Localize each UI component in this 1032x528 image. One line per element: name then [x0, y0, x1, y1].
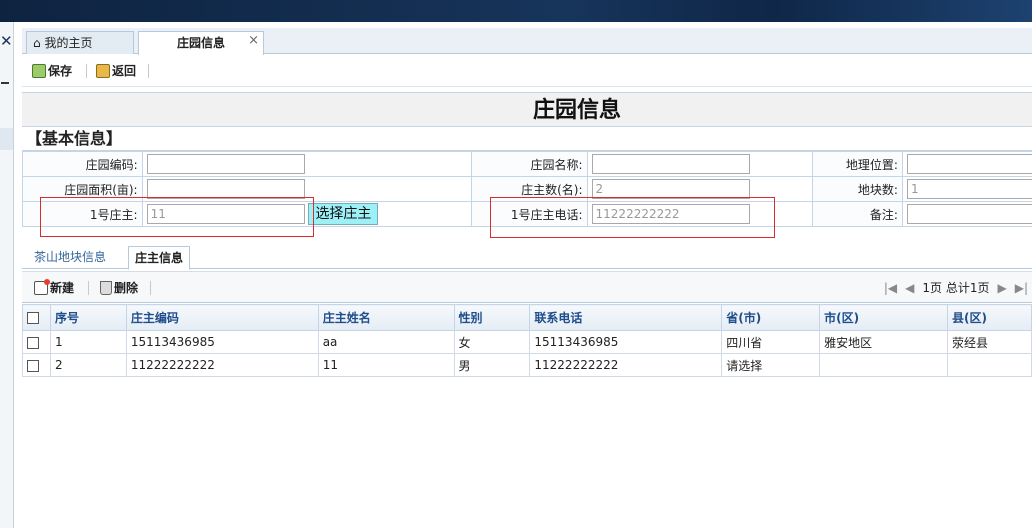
toolbar-separator	[86, 64, 87, 78]
back-icon	[96, 64, 110, 78]
name-label: 庄园名称:	[470, 151, 588, 177]
highlight-box-phone	[490, 197, 775, 238]
code-cell	[141, 151, 472, 177]
tab-owner-info[interactable]: 庄主信息	[128, 246, 191, 270]
table-cell: 1	[49, 330, 127, 354]
grid-toolbar: 新建 删除 |◀ ◀ 1页 总计1页 ▶ ▶|	[22, 271, 1032, 303]
select-all-checkbox[interactable]	[27, 312, 39, 324]
section-title: 【基本信息】	[22, 127, 1032, 151]
table-header-row: 序号 庄主编码 庄主姓名 性别 联系电话 省(市) 市(区) 县(区)	[22, 304, 1032, 331]
delete-button[interactable]: 删除	[100, 279, 138, 297]
table-cell: 男	[453, 353, 531, 377]
prev-page-icon[interactable]: ◀	[905, 281, 914, 295]
tab-tea-plots[interactable]: 茶山地块信息	[28, 246, 112, 269]
location-cell	[901, 151, 1032, 177]
new-button-label: 新建	[50, 281, 75, 295]
top-banner	[0, 0, 1032, 22]
table-cell: 11222222222	[125, 353, 319, 377]
column-header[interactable]: 联系电话	[529, 304, 723, 331]
plot-count-cell: 1	[901, 176, 1032, 202]
back-button-label: 返回	[112, 64, 137, 78]
remark-input[interactable]	[906, 204, 1032, 224]
row-select-cell	[22, 353, 51, 377]
table-cell	[819, 353, 948, 377]
owner-table: 序号 庄主编码 庄主姓名 性别 联系电话 省(市) 市(区) 县(区) 1 15…	[22, 304, 1032, 377]
close-icon[interactable]: ✕	[0, 32, 13, 50]
row-select-cell	[22, 330, 51, 354]
divider	[14, 22, 22, 528]
row-checkbox[interactable]	[27, 359, 39, 372]
back-button[interactable]: 返回	[96, 62, 136, 80]
save-button[interactable]: 保存	[32, 62, 72, 80]
sidebar-selected-item[interactable]	[0, 128, 13, 150]
estate-code-input[interactable]	[146, 154, 305, 174]
toolbar: 保存 返回	[22, 55, 1032, 87]
remark-label: 备注:	[812, 201, 903, 227]
select-owner-button[interactable]: 选择庄主	[308, 203, 379, 225]
tab-close-icon[interactable]: ×	[248, 30, 259, 52]
table-cell: 四川省	[721, 330, 821, 354]
table-row[interactable]: 1 15113436985 aa 女 15113436985 四川省 雅安地区 …	[22, 330, 1032, 354]
column-header[interactable]: 性别	[453, 304, 531, 331]
page-info: 1页 总计1页	[922, 281, 990, 295]
last-page-icon[interactable]: ▶|	[1015, 281, 1028, 295]
page-title: 庄园信息	[22, 93, 1032, 127]
tab-home[interactable]: ⌂ 我的主页	[26, 31, 134, 54]
table-row[interactable]: 2 11222222222 11 男 11222222222 请选择	[22, 353, 1032, 377]
location-input[interactable]	[906, 154, 1032, 174]
toolbar-separator	[148, 64, 149, 78]
home-icon: ⌂	[33, 36, 41, 50]
table-cell: 15113436985	[125, 330, 319, 354]
delete-button-label: 删除	[114, 281, 139, 295]
column-header[interactable]: 序号	[49, 304, 127, 331]
column-header[interactable]: 市(区)	[819, 304, 948, 331]
collapse-icon[interactable]	[1, 82, 9, 84]
table-cell: 雅安地区	[819, 330, 948, 354]
plot-count-input[interactable]: 1	[906, 179, 1032, 199]
code-label: 庄园编码:	[22, 151, 143, 177]
table-cell: 请选择	[721, 353, 821, 377]
column-header[interactable]: 庄主姓名	[317, 304, 455, 331]
next-page-icon[interactable]: ▶	[997, 281, 1006, 295]
first-page-icon[interactable]: |◀	[884, 281, 897, 295]
estate-name-input[interactable]	[591, 154, 750, 174]
tab-bar: ⌂ 我的主页 庄园信息 ×	[22, 28, 1032, 55]
tab-estate-info[interactable]: 庄园信息 ×	[138, 31, 264, 55]
highlight-box-owner	[40, 197, 314, 237]
save-button-label: 保存	[48, 64, 73, 78]
table-cell: 2	[49, 353, 127, 377]
area-input[interactable]	[146, 179, 305, 199]
new-icon	[34, 279, 50, 295]
remark-cell	[901, 201, 1032, 227]
tab-estate-info-label: 庄园信息	[176, 36, 225, 50]
plot-count-label: 地块数:	[812, 176, 903, 202]
column-header[interactable]: 庄主编码	[125, 304, 319, 331]
location-label: 地理位置:	[812, 151, 903, 177]
left-sidebar: ✕	[0, 22, 14, 528]
table-cell	[947, 353, 1032, 377]
owner-grid: 序号 庄主编码 庄主姓名 性别 联系电话 省(市) 市(区) 县(区) 1 15…	[22, 304, 1032, 377]
tab-home-label: 我的主页	[44, 36, 93, 50]
new-button[interactable]: 新建	[34, 279, 74, 297]
pager: |◀ ◀ 1页 总计1页 ▶ ▶|	[884, 279, 1028, 296]
table-cell: 11222222222	[529, 353, 723, 377]
name-cell	[586, 151, 814, 177]
select-all-cell	[22, 304, 51, 331]
table-cell: 荥经县	[947, 330, 1032, 354]
owner-count-input[interactable]: 2	[591, 179, 750, 199]
save-icon	[32, 64, 46, 78]
trash-icon	[100, 281, 112, 295]
table-cell: 11	[317, 353, 455, 377]
row-checkbox[interactable]	[27, 336, 39, 349]
table-cell: 女	[453, 330, 531, 354]
table-cell: aa	[317, 330, 455, 354]
column-header[interactable]: 省(市)	[721, 304, 821, 331]
toolbar-separator	[150, 281, 151, 295]
detail-tabs: 茶山地块信息 庄主信息	[22, 243, 1032, 270]
table-cell: 15113436985	[529, 330, 723, 354]
column-header[interactable]: 县(区)	[947, 304, 1032, 331]
toolbar-separator	[88, 281, 89, 295]
